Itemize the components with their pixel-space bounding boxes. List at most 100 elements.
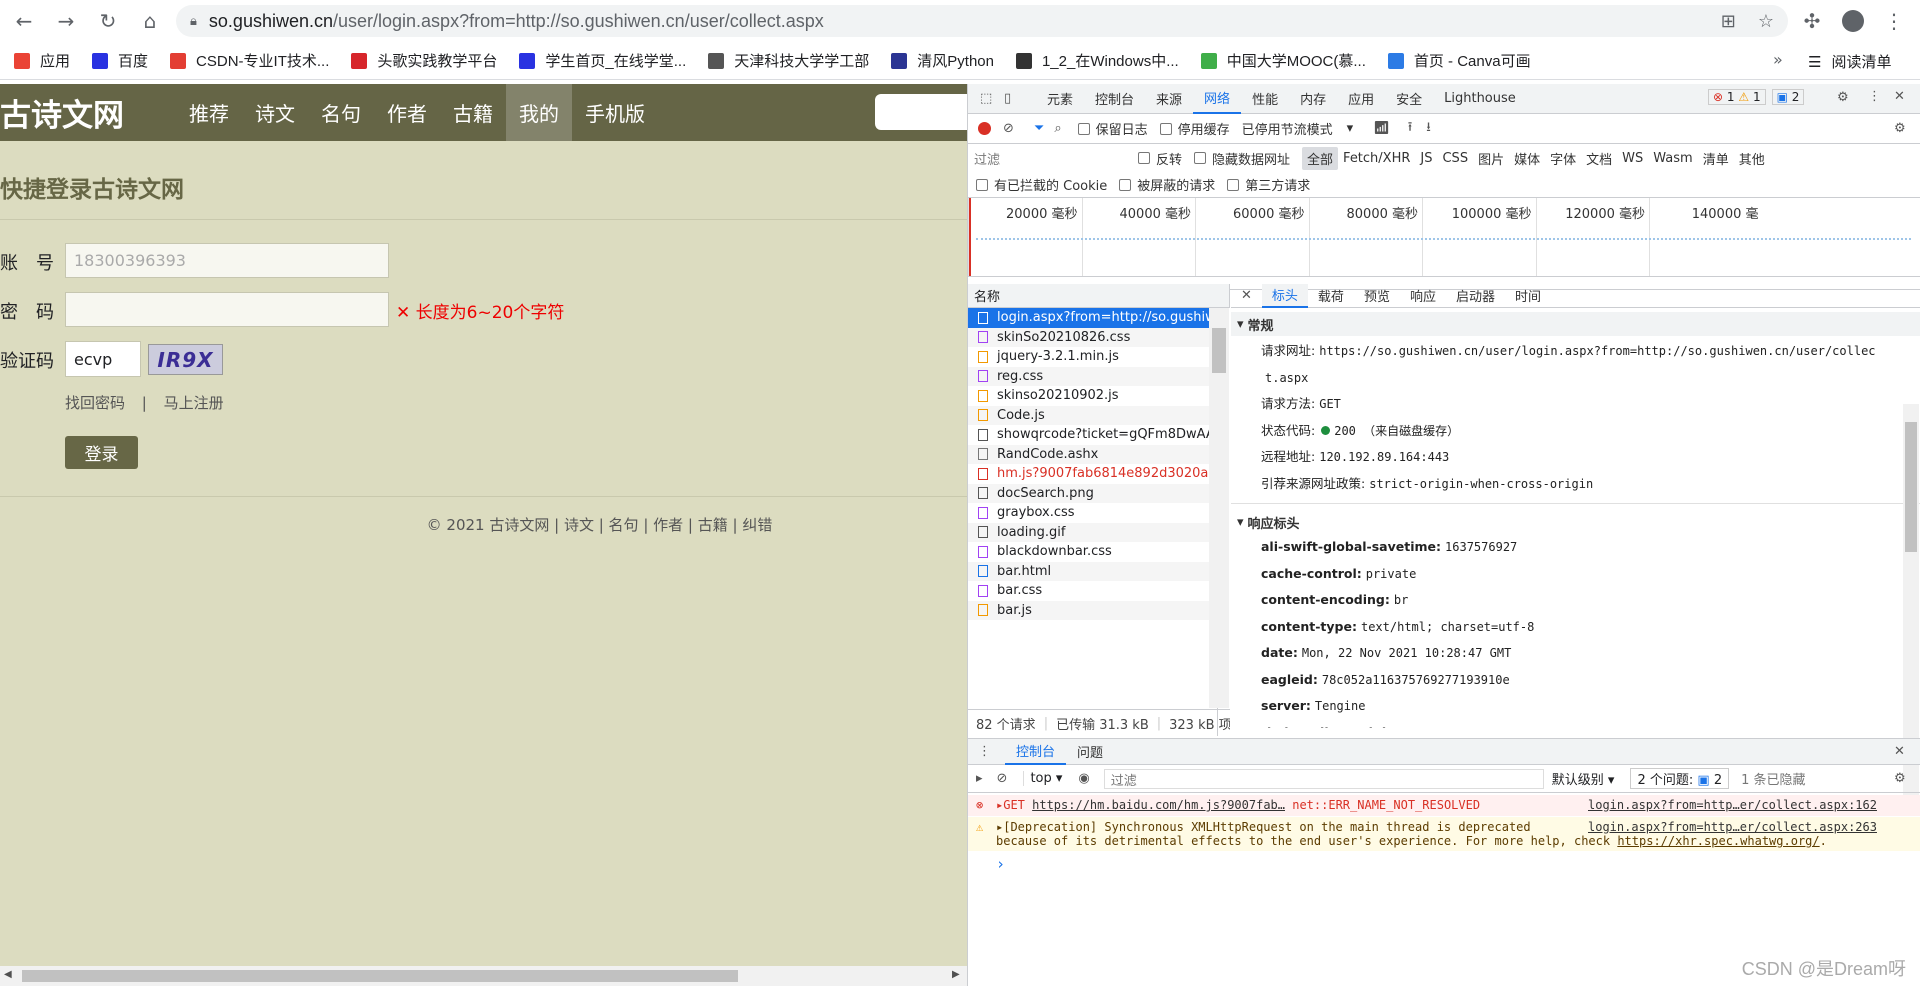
filter-input[interactable]: 过滤 xyxy=(974,149,1124,168)
network-conditions-icon[interactable]: 📶︎ xyxy=(1373,121,1390,136)
request-row[interactable]: hm.js?9007fab6814e892d3020a644 xyxy=(968,464,1217,484)
login-button[interactable]: 登录 xyxy=(65,436,138,469)
filter-type[interactable]: 字体 xyxy=(1545,147,1581,170)
console-settings-icon[interactable]: ⚙ xyxy=(1894,771,1906,786)
detail-tab[interactable]: 时间 xyxy=(1505,284,1551,308)
bookmark-item[interactable]: 首页 - Canva可画 xyxy=(1387,50,1531,71)
request-row[interactable]: skinso20210902.js xyxy=(968,386,1217,406)
error-url-link[interactable]: https://hm.baidu.com/hm.js?9007fab… xyxy=(1032,798,1285,812)
tab-issues[interactable]: 问题 xyxy=(1066,739,1114,765)
bookmark-item[interactable]: 学生首页_在线学堂... xyxy=(519,50,686,71)
request-row[interactable]: skinSo20210826.css xyxy=(968,327,1217,347)
request-row[interactable]: jquery-3.2.1.min.js xyxy=(968,347,1217,367)
bookmark-item[interactable]: 应用 xyxy=(14,50,70,71)
response-headers-section-header[interactable]: ▾ 响应标头 xyxy=(1231,510,1920,534)
request-row[interactable]: loading.gif xyxy=(968,522,1217,542)
request-list-scrollbar[interactable] xyxy=(1209,308,1229,708)
filter-type[interactable]: JS xyxy=(1415,149,1437,168)
captcha-input[interactable]: ecvp xyxy=(65,341,141,377)
search-icon[interactable]: ⌕ xyxy=(1054,121,1061,136)
request-row[interactable]: blackdownbar.css xyxy=(968,542,1217,562)
password-input[interactable] xyxy=(65,292,389,327)
export-har-icon[interactable]: ⭳ xyxy=(1426,118,1431,140)
throttle-select[interactable]: 已停用节流模式 ▾ xyxy=(1242,119,1354,138)
bookmark-star-icon[interactable]: ☆ xyxy=(1758,11,1774,32)
bookmark-item[interactable]: 百度 xyxy=(92,50,148,71)
third-party-checkbox[interactable]: 第三方请求 xyxy=(1227,175,1310,194)
clear-icon[interactable]: ⊘ xyxy=(1003,121,1014,136)
detail-tab[interactable]: 标头 xyxy=(1261,284,1308,308)
devtools-tab[interactable]: 来源 xyxy=(1145,84,1193,114)
scrollbar-thumb[interactable] xyxy=(22,970,738,982)
device-toolbar-icon[interactable]: ▯ xyxy=(1004,91,1022,106)
bookmark-item[interactable]: 中国大学MOOC(慕... xyxy=(1200,50,1366,71)
disable-cache-checkbox[interactable]: 停用缓存 xyxy=(1159,119,1230,138)
address-bar[interactable]: 🔒︎ so.gushiwen.cn/user/login.aspx?from=h… xyxy=(176,5,1788,37)
close-drawer-icon[interactable]: ✕ xyxy=(1894,744,1905,759)
close-devtools-icon[interactable]: ✕ xyxy=(1894,89,1905,104)
site-nav-link[interactable]: 推荐 xyxy=(176,84,242,141)
scroll-right-icon[interactable]: ▶ xyxy=(952,969,960,980)
general-section-header[interactable]: ▾ 常规 xyxy=(1231,312,1920,336)
request-row[interactable]: bar.html xyxy=(968,561,1217,581)
filter-type[interactable]: 全部 xyxy=(1302,146,1339,170)
devtools-tab[interactable]: 性能 xyxy=(1241,84,1289,114)
bookmark-item[interactable]: 头歌实践教学平台 xyxy=(351,50,497,71)
register-link[interactable]: 马上注册 xyxy=(164,394,224,412)
issues-button[interactable]: 2 个问题: ▣ 2 xyxy=(1630,768,1730,789)
issue-badges[interactable]: ⊗ 1 ⚠ 1 ▣ 2 xyxy=(1708,89,1805,105)
warning-link[interactable]: https://xhr.spec.whatwg.org/ xyxy=(1617,834,1819,848)
scroll-left-icon[interactable]: ◀ xyxy=(4,969,12,980)
filter-type[interactable]: 媒体 xyxy=(1509,147,1545,170)
forgot-password-link[interactable]: 找回密码 xyxy=(65,394,125,412)
filter-type[interactable]: WS xyxy=(1617,149,1648,168)
translate-icon[interactable]: ⊞ xyxy=(1721,11,1736,32)
menu-icon[interactable]: ⋮ xyxy=(1879,6,1909,36)
import-har-icon[interactable]: ⭱ xyxy=(1408,118,1413,140)
record-icon[interactable] xyxy=(978,122,991,135)
network-timeline[interactable]: 20000 毫秒 40000 毫秒 60000 毫秒 80000 毫秒 100000 毫… xyxy=(968,198,1920,277)
site-nav-link[interactable]: 我的 xyxy=(506,84,572,141)
devtools-tab[interactable]: 元素 xyxy=(1036,84,1084,114)
network-settings-icon[interactable]: ⚙ xyxy=(1894,121,1906,136)
devtools-tab[interactable]: 网络 xyxy=(1193,84,1242,114)
site-nav-link[interactable]: 作者 xyxy=(374,84,440,141)
request-row[interactable]: login.aspx?from=http://so.gushiwen xyxy=(968,308,1217,328)
context-select[interactable]: top ▾ xyxy=(1023,771,1068,786)
log-level-select[interactable]: 默认级别 ▾ xyxy=(1552,769,1615,788)
filter-type[interactable]: Fetch/XHR xyxy=(1338,149,1415,168)
request-row[interactable]: showqrcode?ticket=gQFm8DwAAA xyxy=(968,425,1217,445)
console-prompt[interactable]: › xyxy=(968,855,1920,873)
close-detail-icon[interactable]: ✕ xyxy=(1241,288,1252,303)
filter-type[interactable]: Wasm xyxy=(1648,149,1697,168)
captcha-image[interactable]: IR9X xyxy=(148,344,223,375)
extensions-icon[interactable]: ✣ xyxy=(1797,6,1827,36)
bookmark-item[interactable]: 1_2_在Windows中... xyxy=(1015,50,1179,71)
request-row[interactable]: Code.js xyxy=(968,405,1217,425)
error-source-link[interactable]: login.aspx?from=http…er/collect.aspx:162 xyxy=(1588,795,1877,816)
site-nav-link[interactable]: 古籍 xyxy=(440,84,506,141)
request-row[interactable]: RandCode.ashx xyxy=(968,444,1217,464)
invert-checkbox[interactable]: 反转 xyxy=(1138,149,1182,168)
request-row[interactable]: bar.js xyxy=(968,600,1217,620)
detail-tab[interactable]: 预览 xyxy=(1354,284,1400,308)
filter-type[interactable]: 文档 xyxy=(1581,147,1617,170)
devtools-tab[interactable]: 内存 xyxy=(1289,84,1337,114)
blocked-cookies-checkbox[interactable]: 有已拦截的 Cookie xyxy=(976,175,1107,194)
filter-type[interactable]: 清单 xyxy=(1698,147,1734,170)
blocked-requests-checkbox[interactable]: 被屏蔽的请求 xyxy=(1119,175,1215,194)
detail-tab[interactable]: 启动器 xyxy=(1446,284,1505,308)
request-row[interactable]: bar.css xyxy=(968,581,1217,601)
reload-icon[interactable]: ↻ xyxy=(90,3,126,39)
devtools-tab[interactable]: Lighthouse xyxy=(1433,84,1527,114)
tab-console[interactable]: 控制台 xyxy=(1005,738,1067,765)
back-icon[interactable]: ← xyxy=(6,3,42,39)
preserve-log-checkbox[interactable]: 保留日志 xyxy=(1077,119,1148,138)
more-icon[interactable]: ⋮ xyxy=(1868,89,1881,104)
site-nav-link[interactable]: 名句 xyxy=(308,84,374,141)
profile-avatar[interactable] xyxy=(1838,6,1868,36)
forward-icon[interactable]: → xyxy=(48,3,84,39)
filter-type[interactable]: 其他 xyxy=(1734,147,1770,170)
name-column-header[interactable]: 名称 xyxy=(968,284,1230,308)
devtools-tab[interactable]: 应用 xyxy=(1337,84,1385,114)
